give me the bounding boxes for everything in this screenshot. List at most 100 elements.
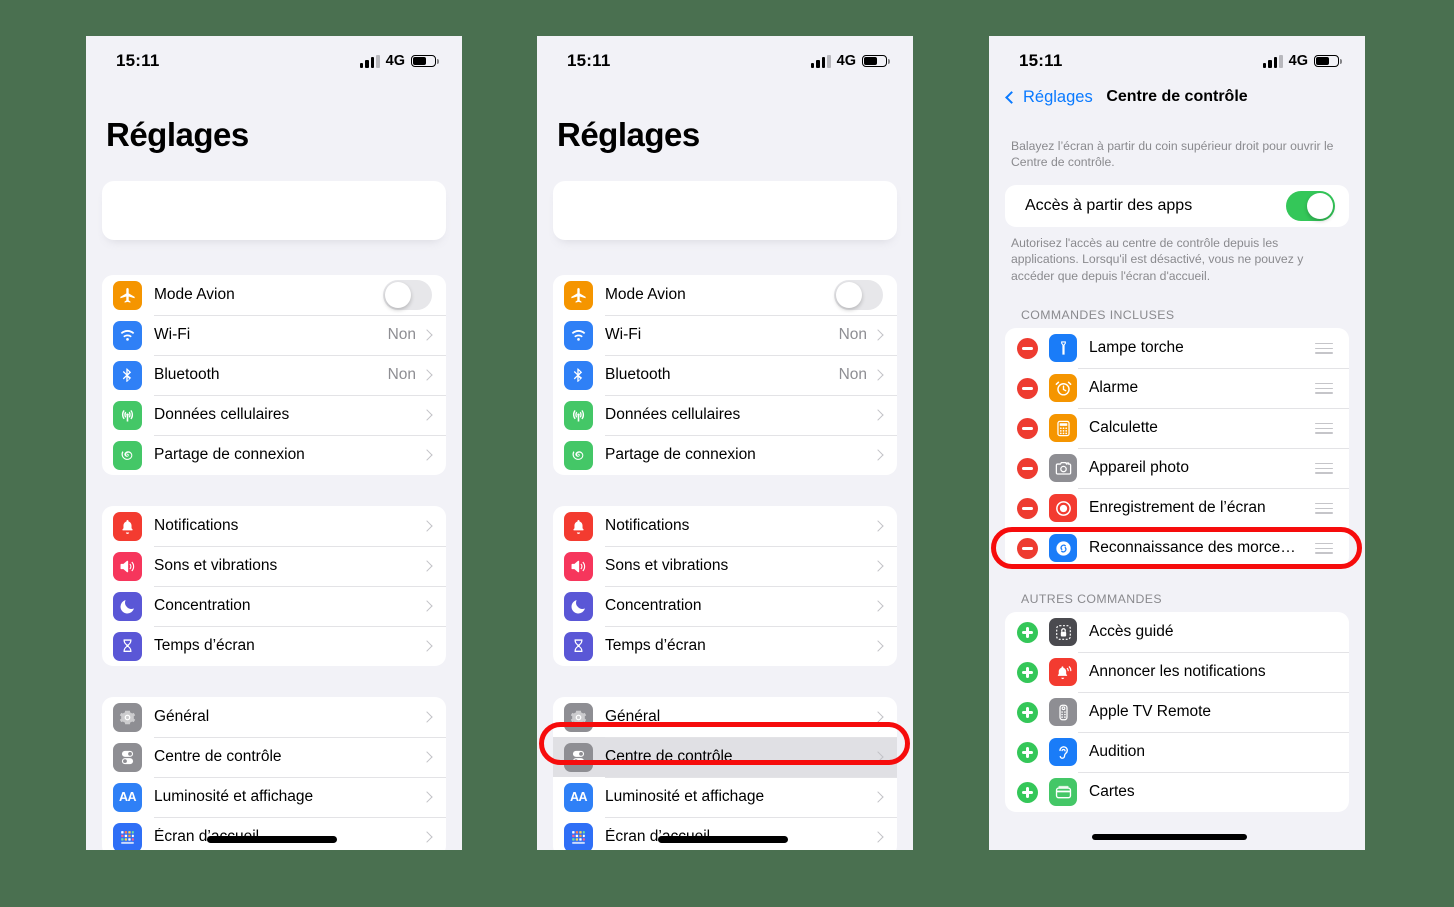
settings-row[interactable]: AA Luminosité et affichage bbox=[553, 777, 897, 817]
screenshot-stage: 15:11 4G Réglages Mode Avion Wi-Fi Non Blue… bbox=[0, 0, 1454, 907]
chevron-right-icon bbox=[421, 751, 433, 763]
control-row[interactable]: Cartes bbox=[1005, 772, 1349, 812]
reorder-handle-icon[interactable] bbox=[1315, 542, 1333, 555]
control-row[interactable]: Audition bbox=[1005, 732, 1349, 772]
settings-row[interactable]: Mode Avion bbox=[102, 275, 446, 315]
remove-control-button[interactable] bbox=[1017, 337, 1038, 359]
chevron-right-icon bbox=[872, 560, 884, 572]
settings-row-label: Luminosité et affichage bbox=[154, 788, 314, 805]
remove-control-button[interactable] bbox=[1017, 457, 1038, 479]
control-row[interactable]: Appareil photo bbox=[1005, 448, 1349, 488]
settings-row[interactable]: Temps d’écran bbox=[102, 626, 446, 666]
control-row[interactable]: Calculette bbox=[1005, 408, 1349, 448]
settings-row[interactable]: Wi-Fi Non bbox=[102, 315, 446, 355]
settings-row[interactable]: Bluetooth Non bbox=[102, 355, 446, 395]
settings-group: Notifications Sons et vibrations Concentra… bbox=[102, 506, 446, 666]
remove-control-button[interactable] bbox=[1017, 377, 1038, 399]
control-row[interactable]: Apple TV Remote bbox=[1005, 692, 1349, 732]
shazam-icon bbox=[1049, 534, 1077, 563]
search-input[interactable] bbox=[553, 181, 897, 240]
settings-row[interactable]: Wi-Fi Non bbox=[553, 315, 897, 355]
chevron-right-icon bbox=[421, 831, 433, 843]
settings-row[interactable]: Données cellulaires bbox=[553, 395, 897, 435]
gear-icon bbox=[564, 702, 593, 732]
add-control-button[interactable] bbox=[1017, 781, 1038, 803]
settings-row-label: Partage de connexion bbox=[605, 446, 756, 463]
display-aa-icon: AA bbox=[113, 782, 142, 812]
settings-row[interactable]: Concentration bbox=[553, 586, 897, 626]
control-row[interactable]: Alarme bbox=[1005, 368, 1349, 408]
guided-access-lock-icon bbox=[1049, 618, 1077, 647]
control-row[interactable]: Reconnaissance des morce… bbox=[1005, 528, 1349, 568]
search-input[interactable] bbox=[102, 181, 446, 240]
settings-row[interactable]: Écran d’accueil bbox=[102, 817, 446, 850]
settings-group: Général Centre de contrôle AA Luminosité et… bbox=[553, 697, 897, 850]
settings-row[interactable]: Notifications bbox=[102, 506, 446, 546]
add-control-button[interactable] bbox=[1017, 741, 1038, 763]
control-row[interactable]: Annoncer les notifications bbox=[1005, 652, 1349, 692]
signal-strength-icon bbox=[810, 54, 831, 68]
access-from-apps-toggle[interactable] bbox=[1286, 190, 1335, 221]
settings-group: Général Centre de contrôle AA Luminosité et… bbox=[102, 697, 446, 850]
hotspot-icon bbox=[113, 440, 142, 470]
chevron-right-icon bbox=[872, 831, 884, 843]
add-control-button[interactable] bbox=[1017, 621, 1038, 643]
settings-row[interactable]: Mode Avion bbox=[553, 275, 897, 315]
settings-row-label: Mode Avion bbox=[605, 286, 686, 303]
settings-row-label: Wi-Fi bbox=[154, 326, 191, 343]
access-from-apps-row[interactable]: Accès à partir des apps bbox=[1005, 185, 1349, 227]
settings-row[interactable]: AA Luminosité et affichage bbox=[102, 777, 446, 817]
settings-row[interactable]: Partage de connexion bbox=[102, 435, 446, 475]
control-row-label: Lampe torche bbox=[1089, 339, 1184, 357]
control-row-label: Appareil photo bbox=[1089, 459, 1189, 477]
reorder-handle-icon[interactable] bbox=[1315, 462, 1333, 475]
chevron-right-icon bbox=[872, 791, 884, 803]
remove-control-button[interactable] bbox=[1017, 537, 1038, 559]
settings-row[interactable]: Données cellulaires bbox=[102, 395, 446, 435]
settings-row[interactable]: Centre de contrôle bbox=[102, 737, 446, 777]
settings-row[interactable]: Notifications bbox=[553, 506, 897, 546]
signal-strength-icon bbox=[359, 54, 380, 68]
reorder-handle-icon[interactable] bbox=[1315, 502, 1333, 515]
status-clock: 15:11 bbox=[116, 51, 160, 70]
remove-control-button[interactable] bbox=[1017, 497, 1038, 519]
included-controls-list: Lampe torche Alarme Calculette Appareil pho… bbox=[1005, 328, 1349, 569]
reorder-handle-icon[interactable] bbox=[1315, 422, 1333, 435]
reorder-handle-icon[interactable] bbox=[1315, 342, 1333, 355]
status-bar: 15:11 4G bbox=[989, 36, 1365, 78]
settings-row[interactable]: Concentration bbox=[102, 586, 446, 626]
settings-row[interactable]: Sons et vibrations bbox=[102, 546, 446, 586]
status-indicators: 4G bbox=[359, 53, 439, 69]
hearing-ear-icon bbox=[1049, 738, 1077, 767]
add-control-button[interactable] bbox=[1017, 661, 1038, 683]
bluetooth-icon bbox=[113, 360, 142, 390]
settings-group-list: Mode Avion Wi-Fi Non Bluetooth Non Données ce… bbox=[537, 275, 913, 850]
chevron-right-icon bbox=[872, 449, 884, 461]
settings-row[interactable]: Bluetooth Non bbox=[553, 355, 897, 395]
settings-row[interactable]: Écran d’accueil bbox=[553, 817, 897, 850]
chevron-right-icon bbox=[421, 409, 433, 421]
settings-row[interactable]: Général bbox=[102, 697, 446, 737]
control-row-label: Reconnaissance des morce… bbox=[1089, 539, 1296, 557]
settings-group: Mode Avion Wi-Fi Non Bluetooth Non Données ce… bbox=[102, 275, 446, 475]
settings-row-label: Mode Avion bbox=[154, 286, 235, 303]
settings-row[interactable]: Temps d’écran bbox=[553, 626, 897, 666]
settings-row[interactable]: Général bbox=[553, 697, 897, 737]
settings-row[interactable]: Partage de connexion bbox=[553, 435, 897, 475]
airplane-icon bbox=[113, 280, 142, 310]
remove-control-button[interactable] bbox=[1017, 417, 1038, 439]
chevron-right-icon bbox=[421, 711, 433, 723]
settings-row-label: Sons et vibrations bbox=[154, 557, 278, 574]
add-control-button[interactable] bbox=[1017, 701, 1038, 723]
control-row[interactable]: Enregistrement de l’écran bbox=[1005, 488, 1349, 528]
settings-row-label: Temps d’écran bbox=[154, 637, 255, 654]
reorder-handle-icon[interactable] bbox=[1315, 382, 1333, 395]
control-row-label: Annoncer les notifications bbox=[1089, 663, 1266, 681]
back-button[interactable]: Réglages bbox=[1005, 88, 1093, 107]
control-row[interactable]: Accès guidé bbox=[1005, 612, 1349, 652]
settings-row-toggle[interactable] bbox=[383, 280, 432, 310]
settings-row-toggle[interactable] bbox=[834, 280, 883, 310]
control-row[interactable]: Lampe torche bbox=[1005, 328, 1349, 368]
settings-row[interactable]: Sons et vibrations bbox=[553, 546, 897, 586]
settings-row[interactable]: Centre de contrôle bbox=[553, 737, 897, 777]
